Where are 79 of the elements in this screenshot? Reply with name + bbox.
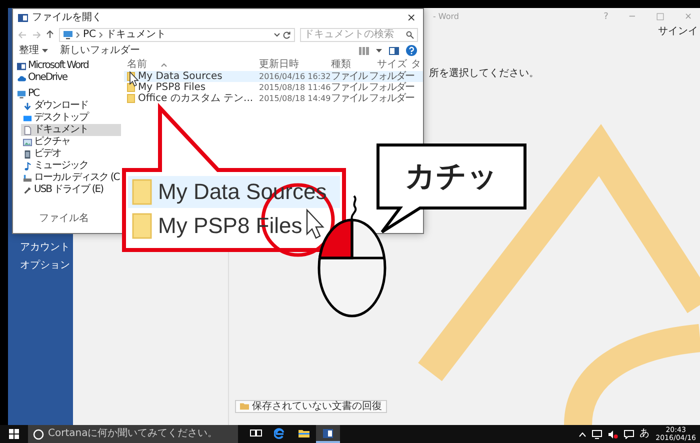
file-row[interactable]: Office のカスタム テン... 2015/08/18 14:49ファイル フォルダー <box>124 93 423 104</box>
app-icon <box>17 62 26 70</box>
cursor-icon <box>306 208 324 239</box>
speaker-icon[interactable] <box>608 430 618 438</box>
search-field[interactable]: ドキュメントの検索 <box>300 28 418 42</box>
breadcrumb-item[interactable]: ドキュメント <box>106 28 166 40</box>
nav-item[interactable]: Microsoft Word <box>15 60 122 72</box>
column-header[interactable]: サイズ <box>374 58 408 70</box>
download-icon <box>23 102 32 110</box>
usb-icon <box>23 186 32 194</box>
folder-icon <box>132 179 152 205</box>
file-name: My Data Sources <box>138 70 222 82</box>
caret-icon[interactable] <box>274 32 280 36</box>
close-button[interactable]: × <box>404 12 418 23</box>
help-icon[interactable] <box>406 45 417 56</box>
view-options-icon[interactable] <box>359 46 369 54</box>
sign-in-link[interactable]: サインイ <box>658 26 700 38</box>
recover-button[interactable]: 保存されていない文書の回復 <box>235 400 387 413</box>
nav-item[interactable]: PC <box>15 88 122 100</box>
file-type: ファイル フォルダー <box>330 70 414 82</box>
column-header[interactable]: 種類 <box>328 58 374 70</box>
column-header[interactable]: タ <box>408 58 422 70</box>
music-note-icon <box>23 162 32 170</box>
computer-icon <box>17 90 26 98</box>
file-date: 2016/04/16 16:32 <box>258 72 328 82</box>
app-icon <box>18 12 28 22</box>
circle-icon <box>33 428 44 440</box>
computer-icon <box>63 30 73 40</box>
up-arrow-icon[interactable] <box>46 30 54 39</box>
app-icon[interactable] <box>316 425 340 443</box>
sound-effect-text: カチッ <box>405 162 498 192</box>
file-date: 2015/08/18 11:46 <box>258 82 328 92</box>
chevron-icon <box>76 32 80 38</box>
window-title: - Word <box>433 12 459 22</box>
nav-item[interactable]: ビデオ <box>21 148 122 160</box>
address-bar[interactable]: PC ドキュメント <box>59 28 295 42</box>
dialog-title: ファイルを開く <box>32 12 102 24</box>
file-name: My PSP8 Files <box>138 82 206 93</box>
organize-button[interactable]: 整理 <box>19 44 48 56</box>
sidebar-item[interactable]: オプション <box>20 260 73 271</box>
sort-icon <box>161 62 167 66</box>
caret-icon[interactable] <box>376 48 382 52</box>
document-icon <box>23 126 32 134</box>
file-row[interactable]: My PSP8 Files 2015/08/18 11:46ファイル フォルダー <box>124 82 423 93</box>
up-caret-icon[interactable] <box>578 432 586 436</box>
new-folder-button[interactable]: 新しいフォルダー <box>60 44 140 56</box>
preview-pane-icon[interactable] <box>389 46 399 54</box>
file-date: 2015/08/18 14:49 <box>258 94 328 104</box>
folder-icon <box>240 402 249 410</box>
folder-icon <box>132 213 152 239</box>
network-icon[interactable] <box>592 430 602 438</box>
nav-item[interactable]: デスクトップ <box>21 112 122 124</box>
input-method-indicator[interactable]: あ <box>640 428 650 440</box>
desktop-icon <box>23 114 32 122</box>
film-icon <box>23 150 32 158</box>
file-name-label: ファイル名 <box>39 213 89 225</box>
chevron-icon <box>99 32 104 38</box>
picture-icon <box>23 138 32 146</box>
search-icon <box>406 30 414 38</box>
drive-icon <box>23 174 32 182</box>
caret-icon <box>42 48 48 52</box>
cloud-icon <box>17 74 26 82</box>
nav-item[interactable]: ローカル ディスク (C <box>21 172 122 184</box>
sidebar-item[interactable]: アカウント <box>20 242 73 254</box>
nav-item[interactable]: USB ドライブ (E) <box>21 184 122 196</box>
breadcrumb-item[interactable]: PC <box>83 28 96 40</box>
column-header[interactable]: 名前 <box>127 58 147 70</box>
nav-item[interactable]: ピクチャ <box>21 136 122 148</box>
nav-item[interactable]: ミュージック <box>21 160 122 172</box>
search-field[interactable]: Cortanaに何か聞いてみてください。 <box>28 425 238 443</box>
nav-item[interactable]: ダウンロード <box>21 100 122 112</box>
nav-item[interactable]: OneDrive <box>15 72 122 84</box>
file-name: Office のカスタム テン... <box>138 92 254 104</box>
message-icon[interactable] <box>624 430 634 438</box>
prompt-text: 所を選択してください。 <box>429 68 540 79</box>
windows-start-icon[interactable] <box>9 429 19 439</box>
column-header[interactable]: 更新日時 <box>256 58 328 70</box>
refresh-icon[interactable] <box>283 30 291 38</box>
nav-item[interactable]: ドキュメント <box>21 124 122 136</box>
